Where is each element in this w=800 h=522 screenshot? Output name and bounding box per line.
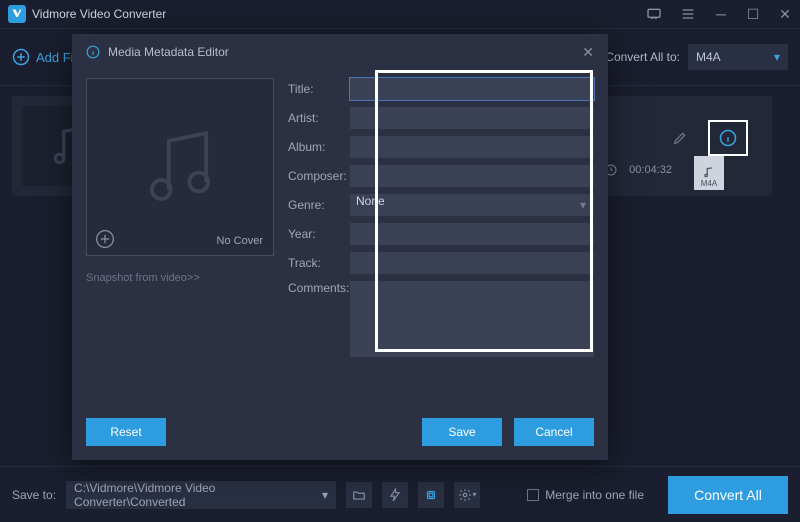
- chevron-down-icon: ▾: [322, 488, 328, 502]
- no-cover-label: No Cover: [217, 235, 263, 247]
- convert-all-label: Convert All: [694, 487, 762, 503]
- artist-input[interactable]: [350, 107, 594, 129]
- modal-header: Media Metadata Editor ✕: [72, 34, 608, 70]
- comments-label: Comments:: [288, 281, 350, 295]
- year-input[interactable]: [350, 223, 594, 245]
- edit-icon[interactable]: [672, 130, 688, 146]
- metadata-form: Title: Artist: Album: Composer: Genre: N…: [288, 78, 594, 364]
- track-label: Track:: [288, 256, 350, 270]
- chevron-down-icon: ▾: [580, 198, 586, 212]
- open-folder-button[interactable]: [346, 482, 372, 508]
- close-window-button[interactable]: ✕: [778, 6, 792, 23]
- save-path-value: C:\Vidmore\Vidmore Video Converter\Conve…: [74, 481, 322, 509]
- save-path-select[interactable]: C:\Vidmore\Vidmore Video Converter\Conve…: [66, 481, 336, 509]
- music-note-icon: [135, 122, 225, 212]
- add-cover-button[interactable]: [95, 229, 115, 249]
- maximize-button[interactable]: ☐: [746, 6, 760, 23]
- app-title: Vidmore Video Converter: [32, 7, 166, 21]
- genre-value: None: [356, 194, 385, 208]
- title-label: Title:: [288, 82, 350, 96]
- menu-icon[interactable]: [680, 6, 696, 22]
- chevron-down-icon: ▾: [774, 50, 780, 64]
- convert-all-to-label: Convert All to:: [605, 50, 680, 64]
- chip-icon: [424, 488, 438, 502]
- convert-all-button[interactable]: Convert All: [668, 476, 788, 514]
- year-label: Year:: [288, 227, 350, 241]
- file-meta: 00:04:32: [605, 164, 672, 176]
- info-icon: [719, 129, 737, 147]
- lightning-icon: [388, 488, 402, 502]
- genre-label: Genre:: [288, 198, 350, 212]
- checkbox-icon: [527, 489, 539, 501]
- cancel-button[interactable]: Cancel: [514, 418, 594, 446]
- output-format-select[interactable]: M4A ▾: [688, 44, 788, 70]
- album-label: Album:: [288, 140, 350, 154]
- album-input[interactable]: [350, 136, 594, 158]
- metadata-editor-modal: Media Metadata Editor ✕ No Cover Snapsho…: [72, 34, 608, 460]
- music-note-icon: [702, 165, 716, 179]
- app-logo-icon: [8, 5, 26, 23]
- save-to-label: Save to:: [12, 488, 56, 502]
- merge-checkbox[interactable]: Merge into one file: [527, 488, 644, 502]
- track-input[interactable]: [350, 252, 594, 274]
- duration-value: 00:04:32: [629, 164, 672, 176]
- composer-input[interactable]: [350, 165, 594, 187]
- format-badge[interactable]: M4A: [694, 156, 724, 190]
- feedback-icon[interactable]: [646, 6, 662, 22]
- composer-label: Composer:: [288, 169, 350, 183]
- save-button[interactable]: Save: [422, 418, 502, 446]
- lightning-button[interactable]: [382, 482, 408, 508]
- artist-label: Artist:: [288, 111, 350, 125]
- title-input[interactable]: [350, 78, 594, 100]
- chevron-down-icon: ▾: [473, 490, 477, 499]
- metadata-info-button[interactable]: [708, 120, 748, 156]
- gear-icon: [458, 488, 472, 502]
- titlebar: Vidmore Video Converter ─ ☐ ✕: [0, 0, 800, 28]
- genre-select[interactable]: None ▾: [350, 194, 594, 216]
- gpu-button[interactable]: [418, 482, 444, 508]
- plus-circle-icon: [12, 48, 30, 66]
- info-icon: [86, 45, 100, 59]
- bottombar: Save to: C:\Vidmore\Vidmore Video Conver…: [0, 466, 800, 522]
- settings-button[interactable]: ▾: [454, 482, 480, 508]
- cover-art-box[interactable]: No Cover: [86, 78, 274, 256]
- reset-button[interactable]: Reset: [86, 418, 166, 446]
- folder-icon: [352, 488, 366, 502]
- file-actions: [672, 120, 748, 156]
- merge-label: Merge into one file: [545, 488, 644, 502]
- comments-input[interactable]: [350, 281, 594, 357]
- modal-close-button[interactable]: ✕: [582, 44, 594, 61]
- modal-title: Media Metadata Editor: [108, 45, 229, 59]
- minimize-button[interactable]: ─: [714, 6, 728, 22]
- snapshot-link[interactable]: Snapshot from video>>: [86, 272, 274, 284]
- output-format-value: M4A: [696, 50, 721, 64]
- format-badge-label: M4A: [701, 179, 717, 188]
